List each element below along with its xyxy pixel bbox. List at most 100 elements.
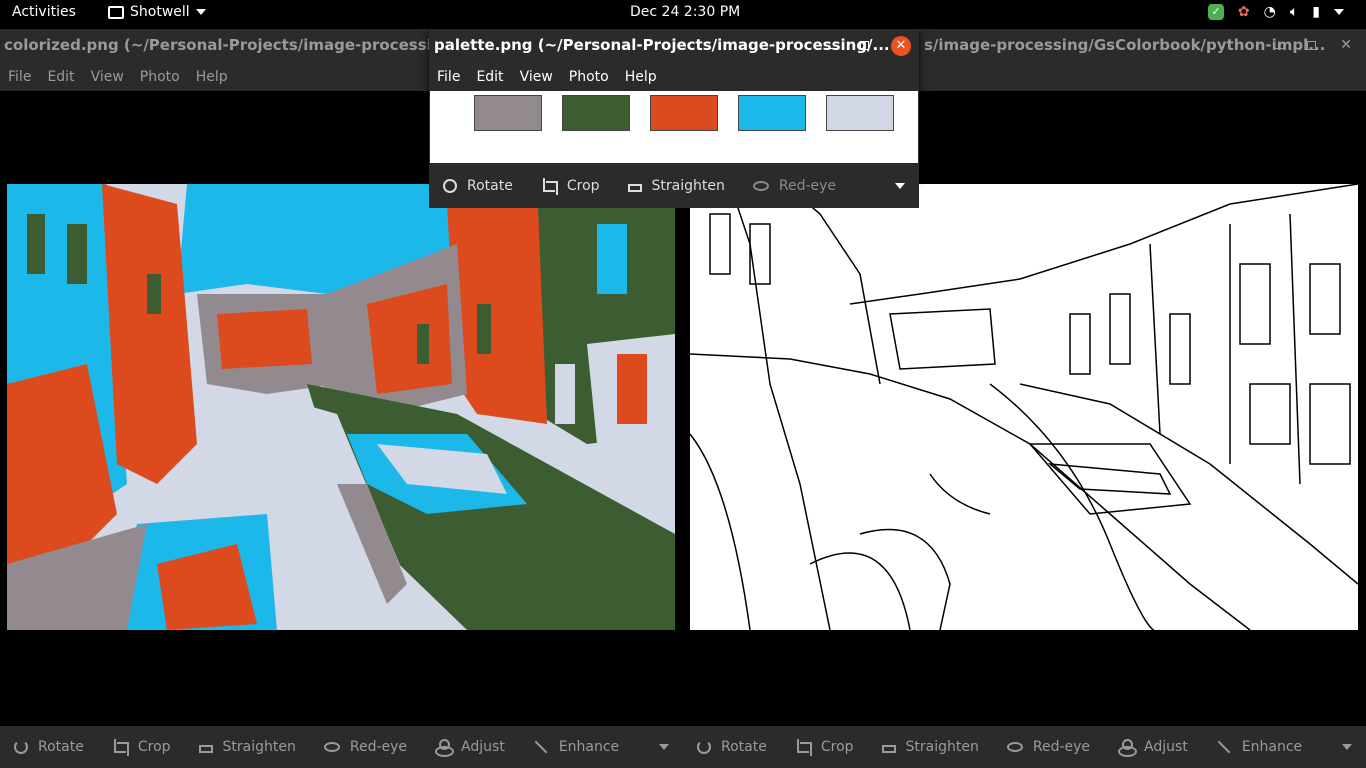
top-bar: Activities Shotwell Dec 24 2:30 PM ✓ ✿ ◔… [0, 0, 1366, 27]
chevron-down-icon [895, 183, 905, 189]
palette-menubar: File Edit View Photo Help [429, 62, 919, 91]
menu-edit[interactable]: Edit [476, 69, 503, 85]
straighten-label: Straighten [905, 739, 979, 755]
adjust-icon [1118, 739, 1138, 757]
right-window-controls: ✕ [1273, 29, 1352, 62]
more-tools-button[interactable] [881, 165, 919, 207]
crop-label: Crop [137, 739, 171, 755]
ruler-icon [881, 745, 896, 753]
close-icon[interactable]: ✕ [891, 35, 911, 56]
wifi-icon[interactable]: ◔ [1264, 4, 1276, 20]
adjust-icon [435, 739, 455, 757]
eye-icon [752, 181, 769, 191]
crop-icon [112, 739, 129, 756]
rotate-icon [443, 179, 457, 193]
colorized-image [7, 184, 675, 630]
left-toolbar: Rotate Crop Straighten Red-eye Adjust En… [0, 726, 683, 768]
shotwell-app-icon [108, 5, 124, 19]
more-tools-button[interactable] [1328, 726, 1366, 768]
swatch-green [562, 95, 630, 131]
crop-button[interactable]: Crop [781, 726, 868, 768]
red-eye-label: Red-eye [349, 739, 408, 755]
swatch-gray [474, 95, 542, 131]
maximize-icon[interactable] [860, 41, 869, 50]
straighten-label: Straighten [222, 739, 296, 755]
wand-icon [1216, 739, 1232, 755]
crop-icon [541, 178, 558, 195]
chevron-down-icon [659, 744, 669, 750]
rotate-label: Rotate [721, 739, 767, 755]
adjust-label: Adjust [461, 739, 505, 755]
chevron-down-icon [195, 9, 206, 15]
crop-icon [795, 739, 812, 756]
menu-help[interactable]: Help [196, 69, 228, 85]
straighten-button[interactable]: Straighten [868, 726, 993, 768]
straighten-button[interactable]: Straighten [185, 726, 310, 768]
rotate-button[interactable]: Rotate [0, 726, 98, 768]
activities-button[interactable]: Activities [12, 4, 76, 20]
right-toolbar: Rotate Crop Straighten Red-eye Adjust En… [683, 726, 1366, 768]
ruler-icon [198, 745, 213, 753]
crop-button[interactable]: Crop [98, 726, 185, 768]
rotate-label: Rotate [467, 178, 513, 194]
palette-image [430, 91, 918, 163]
menu-edit[interactable]: Edit [47, 69, 74, 85]
eye-icon [1006, 742, 1023, 752]
menu-file[interactable]: File [437, 69, 460, 85]
ruler-icon [627, 184, 642, 192]
enhance-button[interactable]: Enhance [519, 726, 633, 768]
rotate-icon [697, 740, 711, 754]
enhance-label: Enhance [558, 739, 620, 755]
app-menu[interactable]: Shotwell [108, 4, 206, 20]
minimize-icon[interactable] [828, 48, 838, 49]
adjust-button[interactable]: Adjust [1104, 726, 1202, 768]
menu-view[interactable]: View [520, 69, 553, 85]
clock[interactable]: Dec 24 2:30 PM [630, 4, 740, 20]
swatch-blue [738, 95, 806, 131]
menu-file[interactable]: File [8, 69, 31, 85]
palette-window-title: palette.png (~/Personal-Projects/image-p… [434, 36, 890, 54]
rotate-button[interactable]: Rotate [683, 726, 781, 768]
menu-view[interactable]: View [91, 69, 124, 85]
adjust-button[interactable]: Adjust [421, 726, 519, 768]
app-name: Shotwell [130, 4, 190, 20]
update-badge-icon[interactable]: ✓ [1207, 4, 1224, 20]
crop-button[interactable]: Crop [527, 165, 614, 207]
edges-photo [690, 184, 1358, 630]
menu-help[interactable]: Help [625, 69, 657, 85]
more-tools-button[interactable] [645, 726, 683, 768]
red-eye-button[interactable]: Red-eye [310, 726, 421, 768]
minimize-icon[interactable] [1273, 48, 1284, 49]
notification-icon[interactable]: ✿ [1238, 4, 1250, 20]
red-eye-label: Red-eye [778, 178, 837, 194]
maximize-icon[interactable] [1307, 41, 1317, 50]
red-eye-button[interactable]: Red-eye [993, 726, 1104, 768]
close-icon[interactable]: ✕ [1340, 29, 1352, 62]
crop-label: Crop [820, 739, 854, 755]
enhance-label: Enhance [1241, 739, 1303, 755]
straighten-label: Straighten [651, 178, 725, 194]
palette-window-controls: ✕ [828, 29, 911, 62]
eye-icon [323, 742, 340, 752]
menu-photo[interactable]: Photo [140, 69, 180, 85]
wand-icon [533, 739, 549, 755]
adjust-label: Adjust [1144, 739, 1188, 755]
crop-label: Crop [566, 178, 600, 194]
swatch-orange [650, 95, 718, 131]
rotate-button[interactable]: Rotate [429, 165, 527, 207]
volume-icon[interactable]: 🔈︎ [1290, 4, 1298, 20]
chevron-down-icon[interactable] [1334, 9, 1344, 15]
red-eye-button[interactable]: Red-eye [739, 165, 850, 207]
enhance-button[interactable]: Enhance [1202, 726, 1316, 768]
menu-photo[interactable]: Photo [569, 69, 609, 85]
battery-icon[interactable]: ▮ [1312, 4, 1320, 20]
chevron-down-icon [1342, 744, 1352, 750]
palette-window[interactable]: palette.png (~/Personal-Projects/image-p… [429, 29, 919, 208]
red-eye-label: Red-eye [1032, 739, 1091, 755]
swatch-pale [826, 95, 894, 131]
right-window-title: s/image-processing/GsColorbook/python-im… [924, 36, 1326, 54]
rotate-icon [14, 740, 28, 754]
straighten-button[interactable]: Straighten [614, 165, 739, 207]
colorized-photo [7, 184, 675, 630]
system-tray[interactable]: ✓ ✿ ◔ 🔈︎ ▮ [1207, 4, 1344, 20]
